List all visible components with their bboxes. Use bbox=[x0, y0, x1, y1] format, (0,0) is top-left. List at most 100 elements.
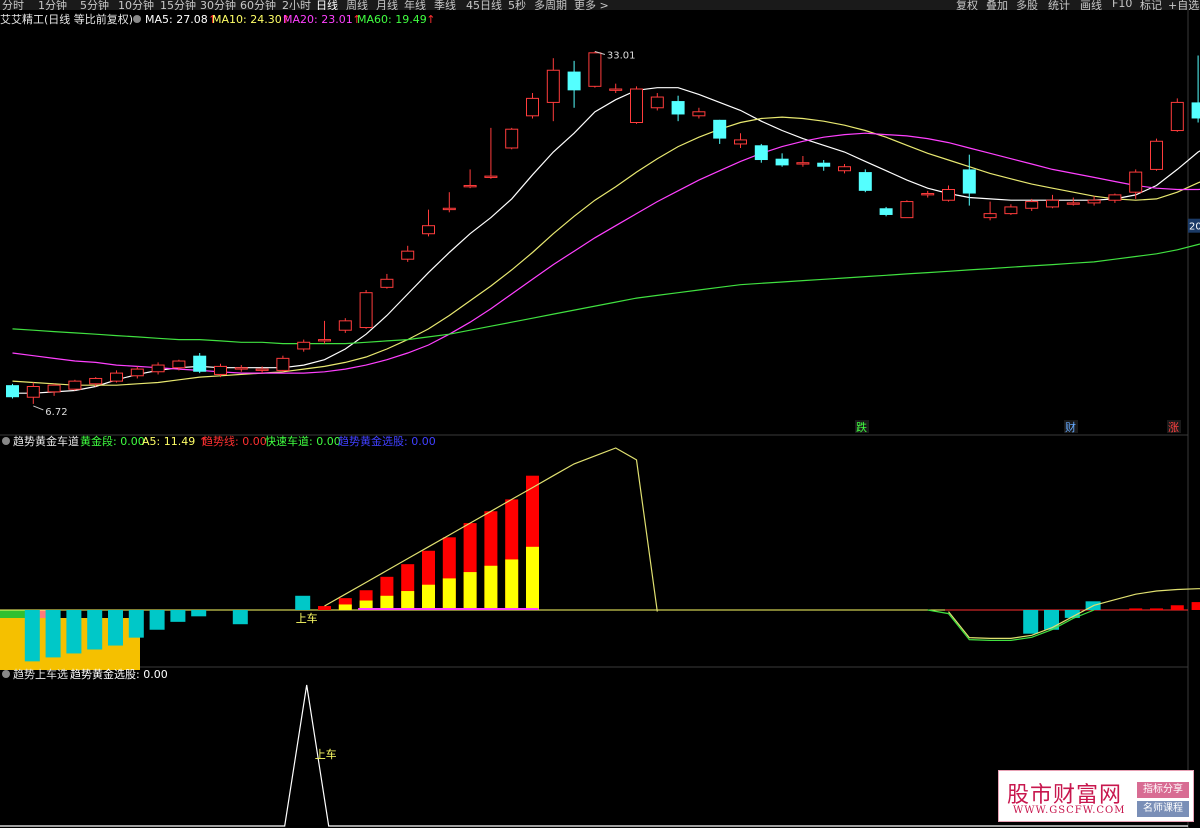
ma-line-ma20 bbox=[12, 132, 1200, 374]
candle-body bbox=[921, 193, 935, 196]
entry-signal-label: 上车 bbox=[296, 611, 318, 625]
indicator-label: 趋势黄金选股: 0.00 bbox=[70, 667, 168, 681]
trend-bar-yellow bbox=[380, 595, 394, 610]
event-marker: 跌 bbox=[856, 420, 867, 434]
candle-body bbox=[1046, 199, 1059, 208]
candle-body bbox=[526, 97, 539, 117]
candle-body bbox=[359, 292, 373, 329]
candle-body bbox=[713, 119, 727, 139]
ma-line-ma5 bbox=[12, 87, 1200, 394]
trend-bar-red bbox=[1170, 605, 1184, 610]
candle-body bbox=[1129, 171, 1143, 193]
candle-body bbox=[1150, 140, 1163, 170]
trend-bar-red bbox=[1129, 608, 1143, 610]
candle-body bbox=[1191, 102, 1200, 119]
indicator-label: A5: 11.49 bbox=[142, 435, 195, 448]
trend-bar-cyan bbox=[24, 610, 40, 662]
candle-body bbox=[110, 372, 123, 382]
indicator-label: 快速车道: 0.00 bbox=[265, 434, 341, 448]
watermark-badge-courses: 名师课程 bbox=[1137, 801, 1189, 817]
candle-body bbox=[900, 201, 914, 219]
candle-body bbox=[879, 208, 893, 215]
candle-body bbox=[47, 384, 61, 393]
candle-body bbox=[858, 172, 872, 191]
candle-body bbox=[1108, 194, 1122, 201]
candle-body bbox=[151, 364, 165, 373]
trend-bar-cyan bbox=[45, 610, 61, 658]
ma-label: MA20: 23.01 bbox=[283, 13, 353, 26]
candle-body bbox=[318, 339, 331, 342]
trend-bar-yellow bbox=[422, 584, 435, 610]
candle-body bbox=[214, 365, 227, 375]
low-marker-line bbox=[33, 405, 44, 411]
trend-bar-yellow bbox=[505, 559, 519, 610]
candle-body bbox=[6, 385, 19, 398]
trend-bar-yellow bbox=[401, 591, 415, 610]
candle-body bbox=[588, 52, 602, 87]
indicator-label: 黄金段: 0.00 bbox=[80, 434, 145, 448]
trend-bar-cyan bbox=[149, 610, 165, 630]
candle-body bbox=[692, 111, 706, 117]
candle-body bbox=[172, 360, 186, 369]
main-settings-icon bbox=[133, 15, 141, 23]
candle-body bbox=[775, 158, 789, 166]
candle-body bbox=[338, 320, 352, 331]
candle-body bbox=[68, 380, 82, 390]
kline-chart: 33.01 6.72 20 跌 财 涨 上车 上车 艾艾精工(日线 等比前复权) MA5: … bbox=[0, 10, 1200, 828]
candle-body bbox=[380, 278, 394, 288]
candle-body bbox=[1170, 101, 1184, 132]
candle-body bbox=[734, 139, 747, 145]
ma-line-ma10 bbox=[12, 116, 1200, 386]
indicator-label: 趋势线: 0.00 bbox=[202, 434, 267, 448]
candle-body bbox=[1004, 206, 1018, 215]
high-price-label: 33.01 bbox=[607, 50, 636, 61]
trend-bar-yellow bbox=[484, 565, 498, 610]
trend-bar-cyan bbox=[170, 610, 186, 622]
trend-bar-cyan bbox=[108, 610, 123, 646]
trend-bar-red bbox=[1191, 602, 1200, 610]
trend-bar-cyan bbox=[87, 610, 103, 650]
trend-bar-cyan bbox=[232, 610, 248, 625]
candle-body bbox=[234, 367, 248, 370]
stock-title: 艾艾精工(日线 等比前复权) bbox=[0, 12, 133, 26]
trend-bar-yellow bbox=[526, 546, 539, 610]
candle-body bbox=[754, 145, 768, 161]
event-marker: 涨 bbox=[1168, 421, 1179, 434]
candle-body bbox=[276, 357, 290, 371]
candle-body bbox=[817, 162, 831, 167]
signal-settings-icon bbox=[2, 670, 10, 678]
trend-bar-cyan bbox=[66, 610, 82, 654]
ma-label: MA5: 27.08 bbox=[145, 13, 208, 26]
candle-body bbox=[297, 341, 311, 350]
panel-title: 趋势上车选 bbox=[13, 667, 68, 681]
ma-label: MA10: 24.30 bbox=[212, 13, 282, 26]
price-axis-tag: 20 bbox=[1189, 222, 1200, 233]
low-price-label: 6.72 bbox=[45, 407, 67, 418]
candle-body bbox=[1025, 201, 1039, 209]
candle-body bbox=[89, 377, 103, 385]
candle-body bbox=[130, 368, 144, 377]
candle-body bbox=[401, 250, 415, 260]
candle-body bbox=[255, 368, 269, 371]
trend-bar-yellow bbox=[338, 604, 352, 610]
indicator-label: 趋势黄金选股: 0.00 bbox=[338, 434, 436, 448]
ma-arrow: ↑ bbox=[426, 13, 435, 26]
trend-bar-cyan bbox=[1023, 610, 1039, 634]
trend-settings-icon bbox=[2, 437, 10, 445]
watermark-url: WWW.GSCFW.COM bbox=[1013, 805, 1126, 816]
event-marker: 财 bbox=[1065, 420, 1076, 434]
trend-bar-cyan bbox=[295, 595, 311, 610]
candle-body bbox=[942, 189, 955, 201]
trend-bar-red bbox=[318, 606, 331, 610]
candle-body bbox=[983, 213, 997, 219]
candle-body bbox=[422, 225, 435, 235]
candle-body bbox=[546, 69, 560, 103]
candle-body bbox=[1087, 199, 1101, 204]
watermark-badge-indicators: 指标分享 bbox=[1137, 782, 1189, 798]
candle-body bbox=[193, 355, 207, 372]
trend-bar-yellow bbox=[442, 578, 456, 610]
ma-label: MA60: 19.49 bbox=[357, 13, 427, 26]
trend-bar-cyan bbox=[128, 610, 144, 638]
signal-spike-label: 上车 bbox=[315, 747, 337, 761]
candle-body bbox=[484, 175, 498, 178]
